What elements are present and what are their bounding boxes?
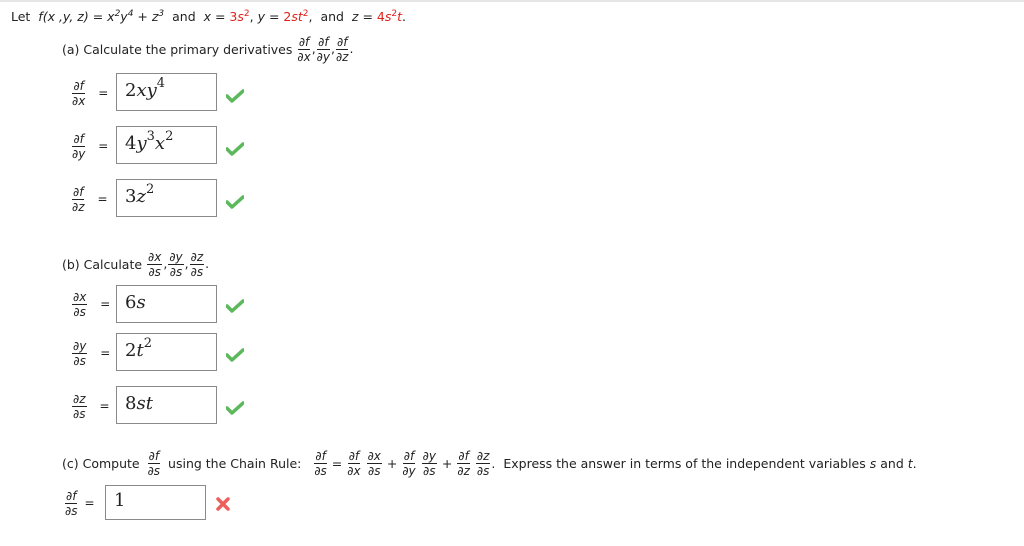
fraction-df-ds: ∂f ∂s — [147, 449, 161, 478]
label-dx-ds: ∂x ∂s = — [72, 290, 111, 319]
label-df-dy: ∂f ∂y = — [72, 132, 109, 161]
answer-input-df-dz[interactable]: 3z2 — [116, 179, 217, 217]
y-def-lhs: y = — [257, 9, 284, 24]
function-definition: f(x ,y, z) = x2y4 + z3 — [38, 9, 165, 24]
top-divider — [0, 0, 1024, 2]
fraction-df-dx: ∂f ∂x — [297, 35, 311, 64]
part-a-prompt: (a) Calculate the primary derivatives ∂f… — [62, 35, 354, 64]
fraction-df-dy: ∂f ∂y — [316, 35, 330, 64]
part-b-text: (b) Calculate — [62, 257, 143, 272]
label-df-dx: ∂f ∂x = — [72, 79, 109, 108]
let-label: Let — [11, 9, 31, 24]
correct-check-icon — [226, 401, 244, 415]
part-a-text: (a) Calculate the primary derivatives — [62, 42, 293, 57]
answer-input-dz-ds[interactable]: 8st — [116, 386, 217, 424]
part-c-prompt: (c) Compute ∂f ∂s using the Chain Rule: ∂… — [62, 450, 917, 477]
part-b-prompt: (b) Calculate ∂x ∂s, ∂y ∂s, ∂z ∂s. — [62, 250, 210, 279]
correct-check-icon — [226, 348, 244, 362]
z-def-rhs: 4s2t — [376, 9, 403, 24]
express-instruction: Express the answer in terms of the indep… — [503, 456, 917, 471]
part-c-text: (c) Compute — [62, 456, 140, 471]
correct-check-icon — [226, 142, 244, 156]
fraction-dx-ds: ∂x ∂s — [147, 250, 163, 279]
label-dz-ds: ∂z ∂s = — [72, 392, 110, 421]
fraction-dy-ds: ∂y ∂s — [168, 250, 184, 279]
problem-statement: Let f(x ,y, z) = x2y4 + z3 and x = 3s2, … — [11, 9, 406, 24]
and-text: and — [172, 9, 196, 24]
incorrect-cross-icon — [216, 497, 230, 511]
and-text: and — [320, 9, 344, 24]
label-df-dz: ∂f ∂z = — [72, 185, 108, 214]
answer-input-df-dx[interactable]: 2xy4 — [116, 73, 217, 111]
label-dy-ds: ∂y ∂s = — [72, 339, 111, 368]
z-def-lhs: z = — [351, 9, 377, 24]
x-def-rhs: 3s2 — [229, 9, 250, 24]
label-df-ds: ∂f ∂s = — [65, 489, 95, 518]
period: . — [402, 9, 406, 24]
x-def-lhs: x = — [203, 9, 230, 24]
correct-check-icon — [226, 89, 244, 103]
answer-input-df-ds[interactable]: 1 — [105, 485, 206, 520]
correct-check-icon — [226, 195, 244, 209]
answer-input-dx-ds[interactable]: 6s — [116, 285, 217, 323]
chain-rule-text: using the Chain Rule: — [168, 456, 302, 471]
fraction-df-dz: ∂f ∂z — [335, 35, 349, 64]
answer-input-df-dy[interactable]: 4y3x2 — [116, 126, 217, 164]
chain-rule-formula: ∂f ∂s = ∂f ∂x ∂x ∂s + ∂f ∂y ∂y ∂s + ∂f ∂z ∂z ∂s… — [314, 449, 496, 478]
correct-check-icon — [226, 299, 244, 313]
answer-input-dy-ds[interactable]: 2t2 — [116, 333, 217, 371]
y-def-rhs: 2st2 — [283, 9, 309, 24]
fraction-dz-ds: ∂z ∂s — [189, 250, 205, 279]
